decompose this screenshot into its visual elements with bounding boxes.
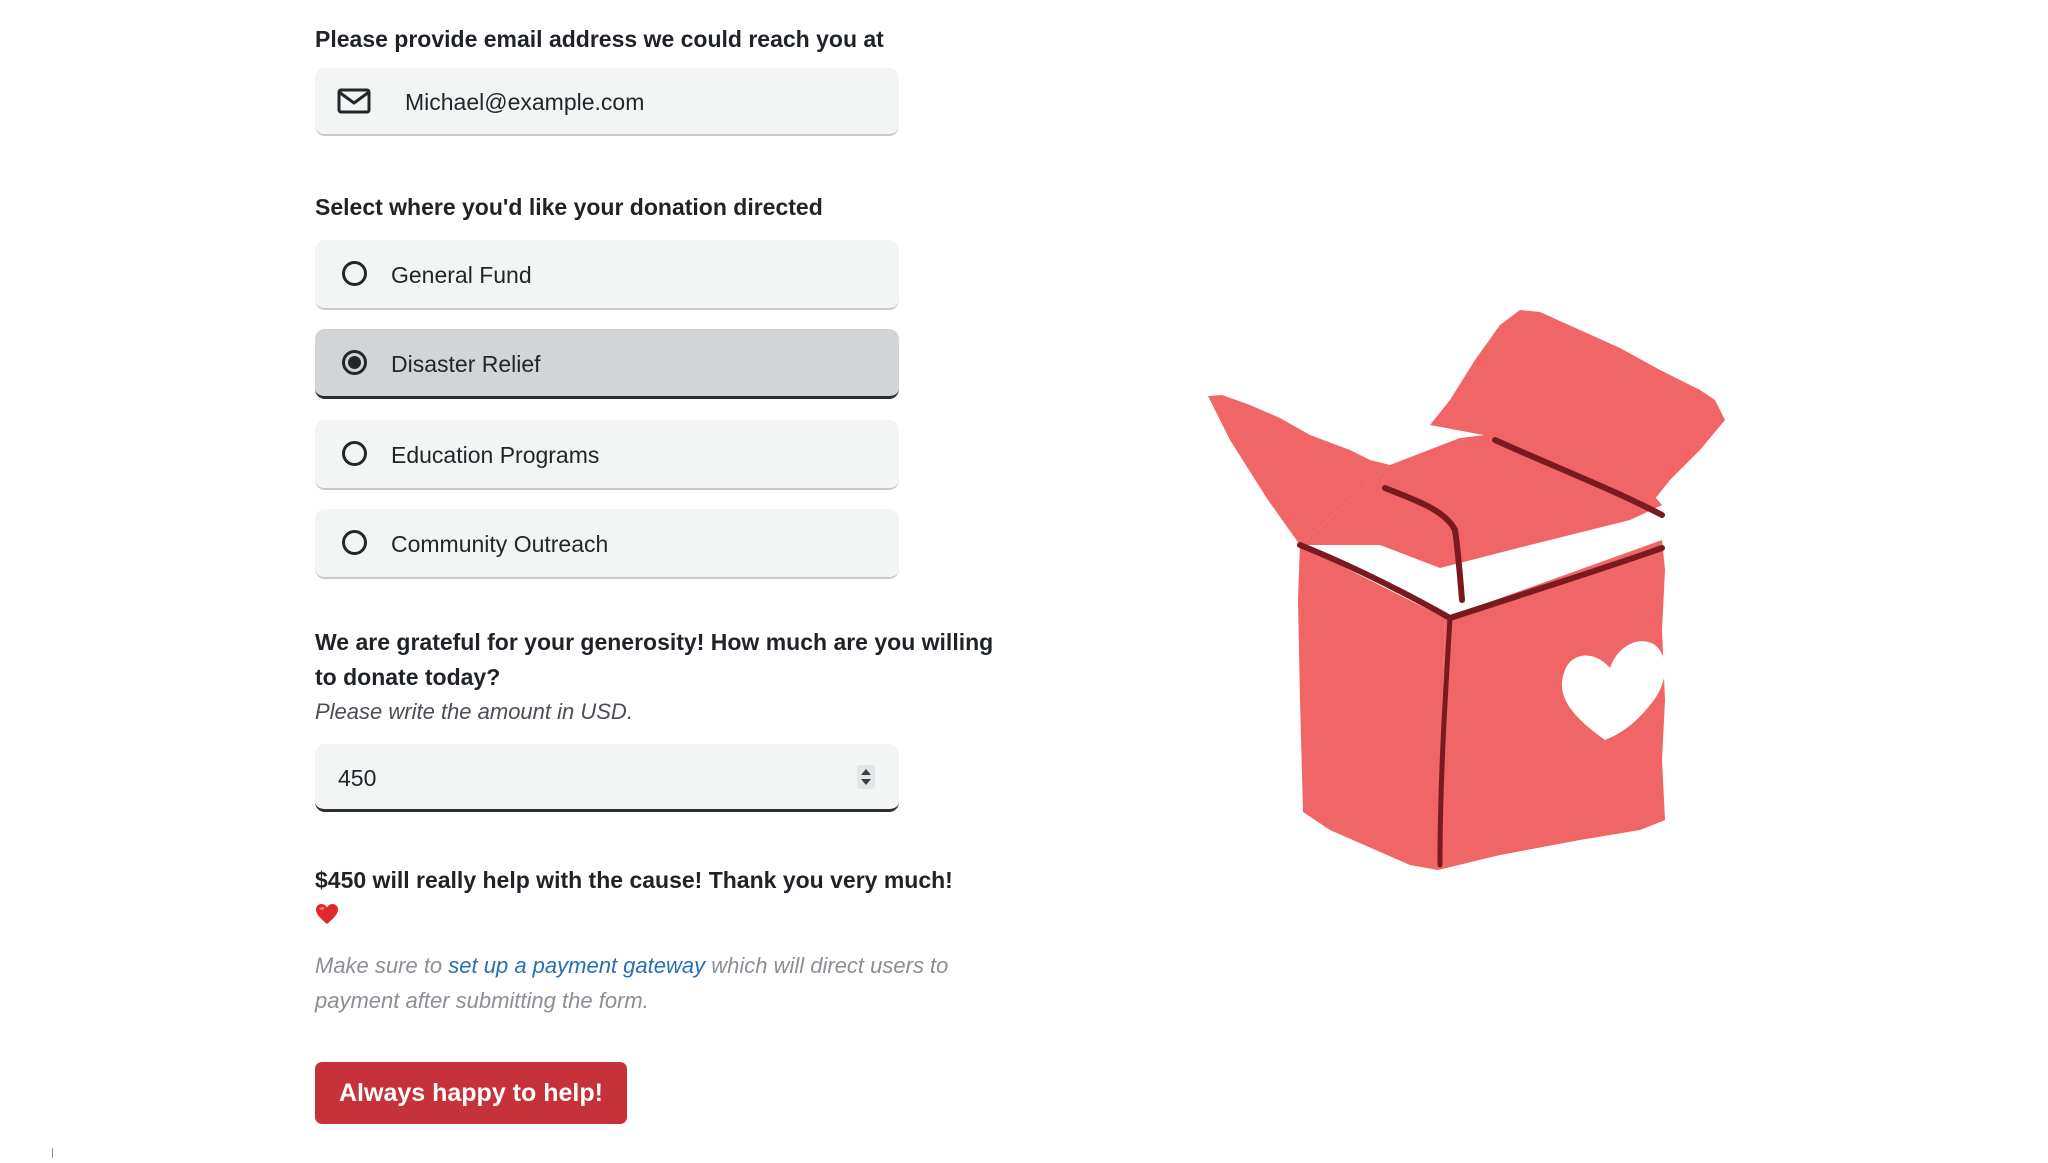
radio-circle[interactable]	[342, 441, 367, 466]
email-value: Michael@example.com	[405, 89, 645, 115]
amount-question-block: We are grateful for your generosity! How…	[315, 625, 995, 729]
radio-label: Education Programs	[391, 442, 600, 468]
radio-dot	[348, 356, 361, 369]
payment-gateway-link[interactable]: set up a payment gateway	[448, 953, 705, 978]
red-heart-icon	[316, 904, 338, 924]
radio-circle[interactable]	[342, 530, 367, 555]
radio-circle-selected[interactable]	[342, 350, 367, 375]
email-question: Please provide email address we could re…	[315, 26, 884, 52]
radio-general-fund[interactable]: General Fund	[315, 240, 899, 310]
radio-label: General Fund	[391, 262, 532, 288]
radio-education-programs[interactable]: Education Programs	[315, 420, 899, 490]
edge-mark	[52, 1148, 53, 1158]
box-left-face	[1298, 545, 1445, 870]
thanks-block: $450 will really help with the cause! Th…	[315, 863, 995, 925]
radio-disaster-relief[interactable]: Disaster Relief	[315, 329, 899, 399]
email-field[interactable]: Michael@example.com	[315, 68, 899, 136]
amount-question: We are grateful for your generosity! How…	[315, 629, 994, 690]
radio-circle[interactable]	[342, 261, 367, 286]
amount-hint: Please write the amount in USD.	[315, 699, 633, 724]
thanks-message: $450 will really help with the cause! Th…	[315, 867, 953, 893]
radio-community-outreach[interactable]: Community Outreach	[315, 509, 899, 579]
submit-button[interactable]: Always happy to help!	[315, 1062, 627, 1124]
envelope-icon	[337, 88, 371, 114]
payment-note: Make sure to set up a payment gateway wh…	[315, 948, 995, 1018]
note-text-before: Make sure to	[315, 953, 449, 978]
radio-label: Disaster Relief	[391, 351, 541, 377]
amount-input[interactable]: 450	[315, 744, 899, 812]
destination-question: Select where you'd like your donation di…	[315, 194, 823, 220]
stepper-up-icon[interactable]	[861, 769, 871, 775]
number-stepper[interactable]	[857, 765, 875, 789]
stepper-down-icon[interactable]	[861, 779, 871, 785]
amount-value: 450	[338, 765, 377, 791]
radio-label: Community Outreach	[391, 531, 609, 557]
open-box-illustration	[1208, 310, 1725, 870]
